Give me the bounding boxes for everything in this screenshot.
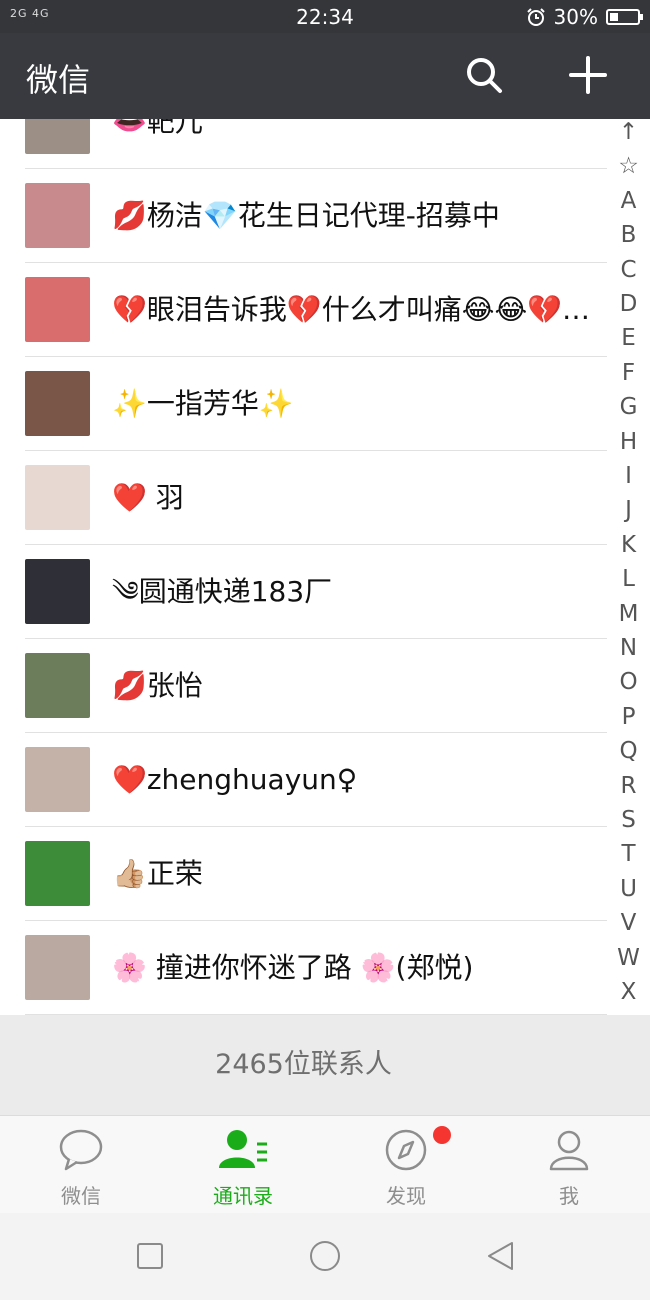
index-letter[interactable]: S: [607, 807, 650, 833]
index-letter[interactable]: G: [607, 394, 650, 420]
contact-row[interactable]: 💔眼泪告诉我💔什么才叫痛😂😂💔…: [0, 263, 607, 357]
avatar: [25, 371, 90, 436]
index-letter[interactable]: J: [607, 497, 650, 523]
index-letter[interactable]: A: [607, 188, 650, 214]
notification-badge: [433, 1126, 451, 1144]
page-title: 微信: [26, 61, 91, 99]
search-icon[interactable]: [462, 53, 506, 97]
contact-row[interactable]: 👍🏼正荣: [0, 827, 607, 921]
index-letter[interactable]: V: [607, 910, 650, 936]
alarm-clock-icon: [526, 8, 545, 26]
avatar: [25, 465, 90, 530]
back-icon[interactable]: [485, 1240, 515, 1272]
system-nav-bar: [0, 1213, 650, 1300]
contact-row[interactable]: 💋杨洁💎花生日记代理-招募中: [0, 169, 607, 263]
avatar: [25, 119, 90, 154]
tab-label: 我: [559, 1184, 579, 1208]
tab-bar: 微信 通讯录 发现 我: [0, 1115, 650, 1214]
index-letter[interactable]: O: [607, 669, 650, 695]
index-letter[interactable]: R: [607, 773, 650, 799]
tab-label: 微信: [61, 1184, 101, 1208]
index-letter[interactable]: H: [607, 429, 650, 455]
contacts-icon: [219, 1130, 267, 1168]
contact-name: 💔眼泪告诉我💔什么才叫痛😂😂💔…: [112, 293, 591, 326]
contact-row[interactable]: 💋张怡: [0, 639, 607, 733]
index-letter[interactable]: D: [607, 291, 650, 317]
avatar: [25, 559, 90, 624]
tab-chats[interactable]: 微信: [0, 1116, 162, 1214]
index-letter[interactable]: I: [607, 463, 650, 489]
index-letter[interactable]: E: [607, 325, 650, 351]
tab-me[interactable]: 我: [488, 1116, 650, 1214]
contact-name: ❤️zhenghuayun♀: [112, 763, 358, 796]
index-letter[interactable]: K: [607, 532, 650, 558]
tab-label: 通讯录: [213, 1184, 273, 1208]
index-letter[interactable]: X: [607, 979, 650, 1005]
avatar: [25, 277, 90, 342]
index-letter[interactable]: L: [607, 566, 650, 592]
person-icon: [549, 1130, 589, 1171]
plus-icon[interactable]: [566, 53, 610, 97]
contact-name: ༄圆通快递183厂: [112, 575, 333, 608]
contact-name: 💋张怡: [112, 669, 203, 702]
battery-percent: 30%: [553, 5, 598, 29]
contact-name: 👍🏼正荣: [112, 857, 203, 890]
avatar: [25, 183, 90, 248]
index-letter[interactable]: ↑: [607, 119, 650, 145]
recent-apps-icon[interactable]: [136, 1240, 164, 1272]
title-bar: 微信: [0, 33, 650, 119]
contact-list: 👄靶儿 💋杨洁💎花生日记代理-招募中 💔眼泪告诉我💔什么才叫痛😂😂💔… ✨一指芳华✨ ❤…: [0, 119, 607, 1015]
tab-label: 发现: [386, 1184, 426, 1208]
index-letter[interactable]: M: [607, 601, 650, 627]
status-bar: 2G 4G 22:34 30%: [0, 0, 650, 33]
contact-name: 🌸 撞进你怀迷了路 🌸(郑悦): [112, 951, 474, 984]
contact-name: 👄靶儿: [112, 119, 203, 138]
avatar: [25, 747, 90, 812]
home-icon[interactable]: [308, 1240, 342, 1272]
alphabet-index[interactable]: ↑☆ABCDEFGHIJKLMNOPQRSTUVWXYZ#: [607, 119, 650, 1114]
index-letter[interactable]: ☆: [607, 153, 650, 179]
contact-row[interactable]: ❤️ 羽: [0, 451, 607, 545]
index-letter[interactable]: T: [607, 841, 650, 867]
avatar: [25, 935, 90, 1000]
contact-name: ❤️ 羽: [112, 481, 184, 514]
index-letter[interactable]: P: [607, 704, 650, 730]
contact-name: ✨一指芳华✨: [112, 387, 294, 420]
footer-spacer: [607, 1015, 650, 1115]
index-letter[interactable]: C: [607, 257, 650, 283]
contact-row[interactable]: 🌸 撞进你怀迷了路 🌸(郑悦): [0, 921, 607, 1015]
index-letter[interactable]: B: [607, 222, 650, 248]
contact-name: 💋杨洁💎花生日记代理-招募中: [112, 199, 500, 232]
tab-contacts[interactable]: 通讯录: [162, 1116, 324, 1214]
avatar: [25, 841, 90, 906]
index-letter[interactable]: W: [607, 945, 650, 971]
contact-row[interactable]: 👄靶儿: [0, 119, 607, 169]
index-letter[interactable]: N: [607, 635, 650, 661]
tab-discover[interactable]: 发现: [325, 1116, 487, 1214]
contact-count: 2465位联系人: [0, 1015, 607, 1115]
avatar: [25, 653, 90, 718]
chat-bubble-icon: [59, 1129, 103, 1171]
index-letter[interactable]: Q: [607, 738, 650, 764]
battery-icon: [606, 9, 643, 25]
contact-row[interactable]: ✨一指芳华✨: [0, 357, 607, 451]
contact-row[interactable]: ༄圆通快递183厂: [0, 545, 607, 639]
compass-icon: [385, 1129, 427, 1171]
contact-row[interactable]: ❤️zhenghuayun♀: [0, 733, 607, 827]
index-letter[interactable]: U: [607, 876, 650, 902]
index-letter[interactable]: F: [607, 360, 650, 386]
